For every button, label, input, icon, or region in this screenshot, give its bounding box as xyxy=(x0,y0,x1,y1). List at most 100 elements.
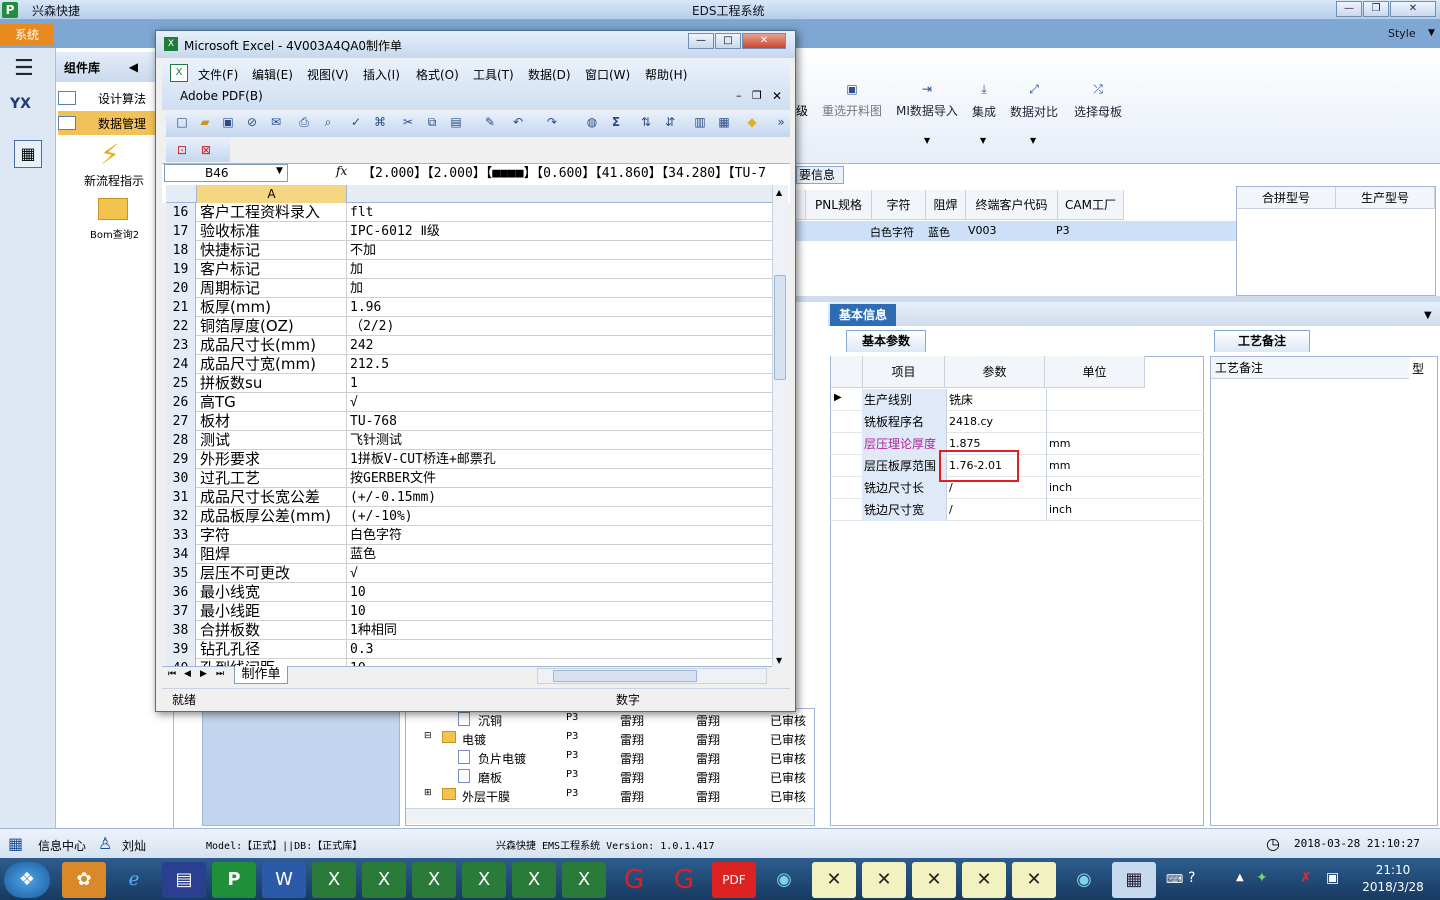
tray-expand-icon[interactable]: ▲ xyxy=(1236,872,1244,883)
style-chevron-down-icon[interactable]: ▼ xyxy=(1428,28,1435,38)
tree-row[interactable]: 磨板 P3 雷翔 雷翔 已审核 xyxy=(420,767,810,786)
collapse-arrow-icon[interactable]: ◀ xyxy=(129,60,138,74)
col-pnl-spec[interactable]: PNL规格 xyxy=(806,190,872,220)
cell-a[interactable]: 钻孔孔径 xyxy=(197,640,347,659)
cell-b[interactable]: 10 xyxy=(348,583,768,602)
row-number[interactable]: 31 xyxy=(166,488,196,507)
excel-close-button[interactable]: ✕ xyxy=(742,33,786,49)
sheet-row[interactable]: 38 合拼板数 1种相同 xyxy=(166,621,772,640)
col-solder-mask[interactable]: 阻焊 xyxy=(926,190,966,220)
integrate-button[interactable]: ⤓ 集成 xyxy=(972,82,996,120)
row-number[interactable]: 30 xyxy=(166,469,196,488)
paste-icon[interactable]: ▤ xyxy=(448,114,464,130)
name-box[interactable]: B46 xyxy=(164,164,288,182)
cell-a[interactable]: 合拼板数 xyxy=(197,621,347,640)
cell-b[interactable]: 1种相同 xyxy=(348,621,768,640)
base-info-tab[interactable]: 基本信息 xyxy=(830,304,896,326)
dropdown-arrow-icon[interactable]: ▼ xyxy=(1030,136,1036,145)
windows-grid-icon[interactable]: ▦ xyxy=(8,834,23,853)
row-number[interactable]: 40 xyxy=(166,659,196,666)
cell-a[interactable]: 成品尺寸宽(mm) xyxy=(197,355,347,374)
chart-wizard-icon[interactable]: ▥ xyxy=(692,114,708,130)
column-a-header[interactable]: A xyxy=(196,185,347,203)
cell-a[interactable]: 快捷标记 xyxy=(197,241,347,260)
cell-b[interactable]: 242 xyxy=(348,336,768,355)
cell-b[interactable]: 10 xyxy=(348,602,768,621)
sheet-row[interactable]: 16 客户工程资料录入 flt xyxy=(166,203,772,222)
excel-window-icon[interactable]: ✕ xyxy=(862,862,906,898)
cell-b[interactable]: √ xyxy=(348,564,768,583)
scroll-down-icon[interactable]: ▼ xyxy=(776,656,782,665)
word-icon[interactable]: W xyxy=(262,862,306,898)
row-number[interactable]: 16 xyxy=(166,203,196,222)
cell-a[interactable]: 孔到线间距 xyxy=(197,659,347,666)
cell-a[interactable]: 客户工程资料录入 xyxy=(197,203,347,222)
dropdown-arrow-icon[interactable]: ▼ xyxy=(924,136,930,145)
cell-a[interactable]: 成品尺寸长宽公差 xyxy=(197,488,347,507)
tree-row[interactable]: ⊟ 电镀 P3 雷翔 雷翔 已审核 xyxy=(420,729,810,748)
doc-minimize-icon[interactable]: – xyxy=(736,89,742,102)
cell-a[interactable]: 验收标准 xyxy=(197,222,347,241)
ie-browser-icon[interactable]: ℯ xyxy=(112,862,156,898)
tab-prev-icon[interactable]: ◀ xyxy=(184,669,191,679)
help-icon[interactable]: ? xyxy=(1188,870,1195,886)
cell-b[interactable]: 1拼板V-CUT桥连+邮票孔 xyxy=(348,450,768,469)
eds-app-icon[interactable]: P xyxy=(212,862,256,898)
convert-pdf-icon[interactable]: ⊡ xyxy=(174,142,190,158)
toolbar-options-icon[interactable]: » xyxy=(776,114,786,130)
cell-a[interactable]: 高TG xyxy=(197,393,347,412)
cell-a[interactable]: 成品板厚公差(mm) xyxy=(197,507,347,526)
row-number[interactable]: 22 xyxy=(166,317,196,336)
convert-pdf-email-icon[interactable]: ⊠ xyxy=(198,142,214,158)
email-icon[interactable]: ✉ xyxy=(268,114,284,130)
cell-b[interactable]: 白色字符 xyxy=(348,526,768,545)
excel-icon[interactable]: X xyxy=(312,862,356,898)
cell-a[interactable]: 板厚(mm) xyxy=(197,298,347,317)
cell-b[interactable]: 加 xyxy=(348,279,768,298)
system-tab[interactable]: 系统 xyxy=(0,24,54,46)
collapse-icon[interactable]: ⊟ xyxy=(424,731,432,741)
new-flow-label[interactable]: 新流程指示 xyxy=(84,172,144,189)
sheet-row[interactable]: 17 验收标准 IPC-6012 Ⅱ级 xyxy=(166,222,772,241)
table-row[interactable]: 白色字符 蓝色 V003 P3 xyxy=(796,221,1236,241)
param-value[interactable]: 2418.cy xyxy=(946,411,1046,433)
cell-b[interactable]: 1.96 xyxy=(348,298,768,317)
cell-a[interactable]: 最小线宽 xyxy=(197,583,347,602)
row-number[interactable]: 39 xyxy=(166,640,196,659)
namebox-dropdown-icon[interactable]: ▼ xyxy=(276,166,283,176)
sheet-row[interactable]: 36 最小线宽 10 xyxy=(166,583,772,602)
sheet-row[interactable]: 33 字符 白色字符 xyxy=(166,526,772,545)
cell-b[interactable]: (+/-0.15mm) xyxy=(348,488,768,507)
col-production-model[interactable]: 生产型号 xyxy=(1336,187,1435,209)
col-char[interactable]: 字符 xyxy=(872,190,926,220)
worksheet[interactable]: 16 客户工程资料录入 flt 17 验收标准 IPC-6012 Ⅱ级 18 快捷标记 不加 19… xyxy=(166,203,772,666)
cell-a[interactable]: 过孔工艺 xyxy=(197,469,347,488)
expand-icon[interactable]: ⊞ xyxy=(424,788,432,798)
save-app-icon[interactable]: ▤ xyxy=(162,862,206,898)
cell-a[interactable]: 拼板数su xyxy=(197,374,347,393)
cell-a[interactable]: 测试 xyxy=(197,431,347,450)
copy-icon[interactable]: ⧉ xyxy=(424,114,440,130)
keyboard-icon[interactable]: ⌨ xyxy=(1166,872,1183,886)
excel-window-icon[interactable]: ✕ xyxy=(1012,862,1056,898)
col-cam-factory[interactable]: CAM工厂 xyxy=(1058,190,1124,220)
row-number[interactable]: 36 xyxy=(166,583,196,602)
menu-help[interactable]: 帮助(H) xyxy=(645,66,687,83)
craft-col-type[interactable]: 型 xyxy=(1412,360,1424,377)
menu-window[interactable]: 窗口(W) xyxy=(585,66,630,83)
cell-a[interactable]: 最小线距 xyxy=(197,602,347,621)
row-number[interactable]: 18 xyxy=(166,241,196,260)
horizontal-scroll-thumb[interactable] xyxy=(553,670,697,682)
cell-a[interactable]: 阻焊 xyxy=(197,545,347,564)
cell-b[interactable]: 1 xyxy=(348,374,768,393)
excel-icon[interactable]: X xyxy=(412,862,456,898)
scroll-up-icon[interactable]: ▲ xyxy=(776,188,782,197)
doc-restore-icon[interactable]: ❐ xyxy=(752,89,762,102)
excel-window-icon[interactable]: ✕ xyxy=(812,862,856,898)
cell-a[interactable]: 外形要求 xyxy=(197,450,347,469)
sheet-row[interactable]: 29 外形要求 1拼板V-CUT桥连+邮票孔 xyxy=(166,450,772,469)
sheet-row[interactable]: 34 阻焊 蓝色 xyxy=(166,545,772,564)
cell-b[interactable]: IPC-6012 Ⅱ级 xyxy=(348,222,768,241)
reselect-cut-button[interactable]: ▣ 重选开料图 xyxy=(822,82,882,119)
tab-first-icon[interactable]: ⏮ xyxy=(168,669,176,679)
